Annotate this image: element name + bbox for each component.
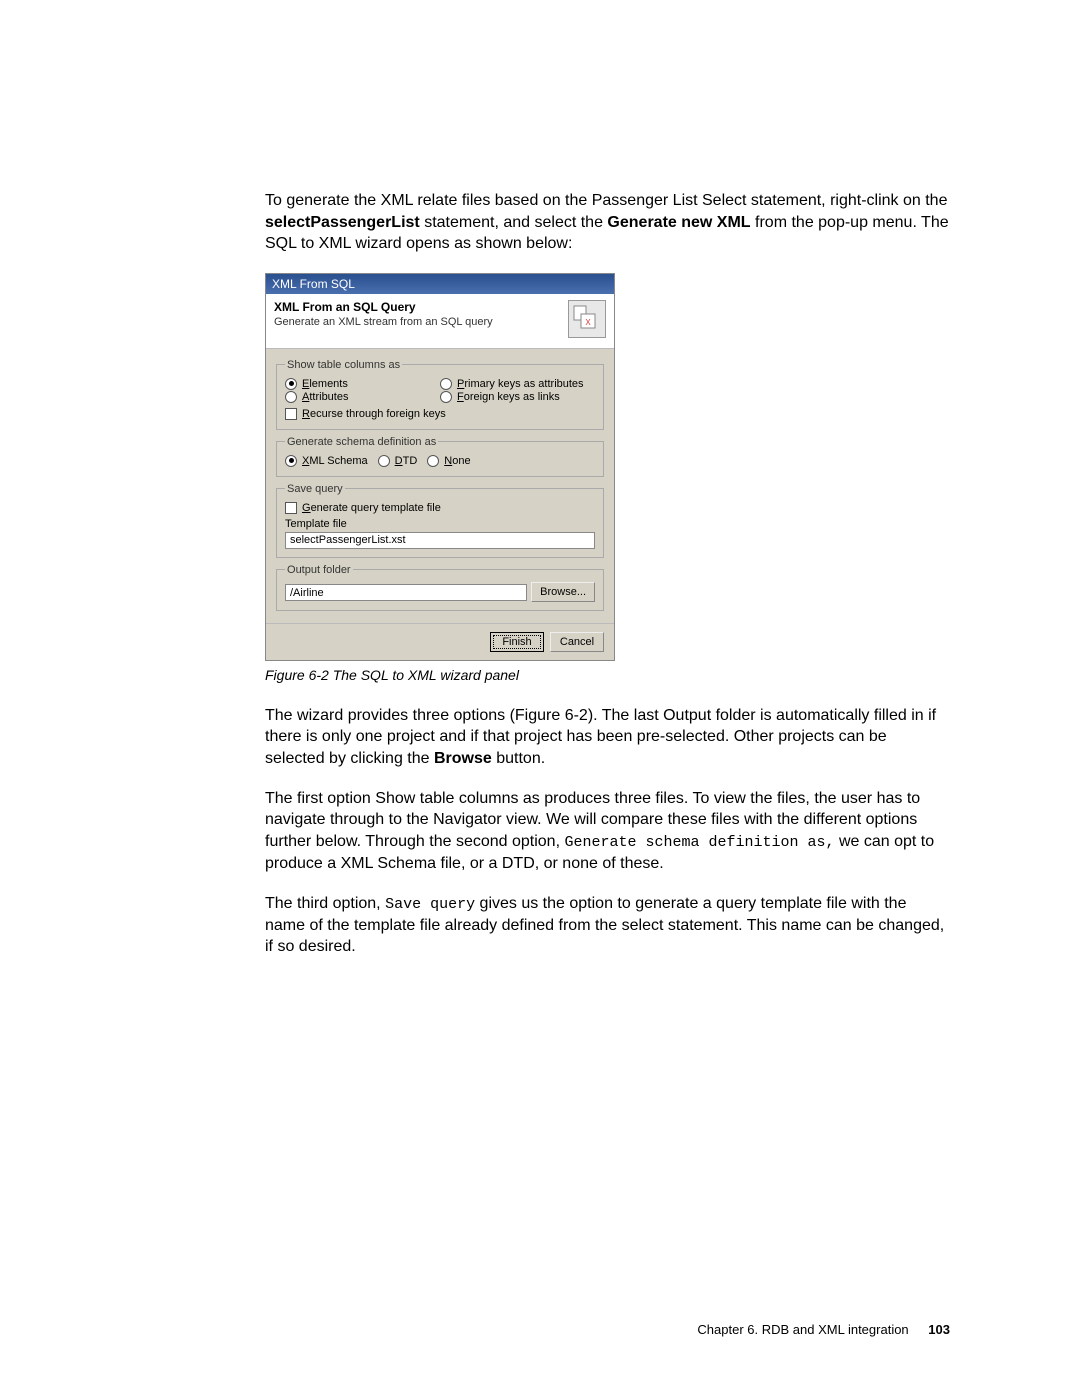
- page-footer: Chapter 6. RDB and XML integration 103: [697, 1322, 950, 1337]
- recurse-label: Recurse through foreign keys: [302, 408, 446, 420]
- show-table-columns-group: Show table columns as Elements Attribute…: [276, 359, 604, 430]
- p3-mono: Generate schema definition as,: [564, 834, 834, 851]
- finish-button[interactable]: Finish: [490, 632, 544, 652]
- paragraph-3: The first option Show table columns as p…: [265, 788, 950, 875]
- primary-keys-label: Primary keys as attributes: [457, 378, 584, 390]
- group3-legend: Save query: [285, 483, 345, 495]
- attributes-label: Attributes: [302, 391, 348, 403]
- figure-caption: Figure 6-2 The SQL to XML wizard panel: [265, 667, 950, 683]
- primary-keys-radio[interactable]: [440, 378, 452, 390]
- footer-chapter: Chapter 6. RDB and XML integration: [697, 1322, 908, 1337]
- template-file-input[interactable]: [285, 532, 595, 549]
- footer-page-number: 103: [928, 1322, 950, 1337]
- intro-text-1: To generate the XML relate files based o…: [265, 192, 947, 209]
- generate-template-checkbox[interactable]: [285, 502, 297, 514]
- generate-template-label: Generate query template file: [302, 502, 441, 514]
- dialog-header: XML From an SQL Query Generate an XML st…: [266, 294, 614, 349]
- intro-bold-2: Generate new XML: [607, 214, 750, 231]
- dtd-radio[interactable]: [378, 455, 390, 467]
- save-query-group: Save query Generate query template file …: [276, 483, 604, 558]
- none-radio[interactable]: [427, 455, 439, 467]
- paragraph-2: The wizard provides three options (Figur…: [265, 705, 950, 770]
- p2-t1: The wizard provides three options (Figur…: [265, 707, 936, 767]
- xml-wizard-icon: X: [568, 300, 606, 338]
- elements-label: Elements: [302, 378, 348, 390]
- dialog-header-title: XML From an SQL Query: [274, 300, 568, 314]
- dialog-titlebar: XML From SQL: [266, 274, 614, 294]
- p2-t2: button.: [492, 750, 545, 767]
- elements-radio[interactable]: [285, 378, 297, 390]
- recurse-checkbox[interactable]: [285, 408, 297, 420]
- intro-paragraph: To generate the XML relate files based o…: [265, 190, 950, 255]
- group4-legend: Output folder: [285, 564, 353, 576]
- browse-button[interactable]: Browse...: [531, 582, 595, 602]
- intro-text-2: statement, and select the: [420, 214, 608, 231]
- attributes-radio[interactable]: [285, 391, 297, 403]
- dialog-header-subtitle: Generate an XML stream from an SQL query: [274, 316, 568, 328]
- foreign-keys-label: Foreign keys as links: [457, 391, 560, 403]
- none-label: None: [444, 455, 470, 467]
- p2-b1: Browse: [434, 750, 492, 767]
- xml-schema-radio[interactable]: [285, 455, 297, 467]
- foreign-keys-radio[interactable]: [440, 391, 452, 403]
- output-folder-input[interactable]: [285, 584, 527, 601]
- intro-bold-1: selectPassengerList: [265, 214, 420, 231]
- dialog-button-row: Finish Cancel: [266, 623, 614, 660]
- p4-t1: The third option,: [265, 895, 385, 912]
- xml-schema-label: XML Schema: [302, 455, 368, 467]
- group1-legend: Show table columns as: [285, 359, 402, 371]
- xml-from-sql-dialog: XML From SQL XML From an SQL Query Gener…: [265, 273, 615, 661]
- cancel-button[interactable]: Cancel: [550, 632, 604, 652]
- generate-schema-group: Generate schema definition as XML Schema…: [276, 436, 604, 477]
- dtd-label: DTD: [395, 455, 418, 467]
- template-file-label: Template file: [285, 518, 595, 530]
- paragraph-4: The third option, Save query gives us th…: [265, 893, 950, 958]
- group2-legend: Generate schema definition as: [285, 436, 438, 448]
- output-folder-group: Output folder Browse...: [276, 564, 604, 611]
- svg-text:X: X: [585, 318, 591, 327]
- p4-mono: Save query: [385, 896, 475, 913]
